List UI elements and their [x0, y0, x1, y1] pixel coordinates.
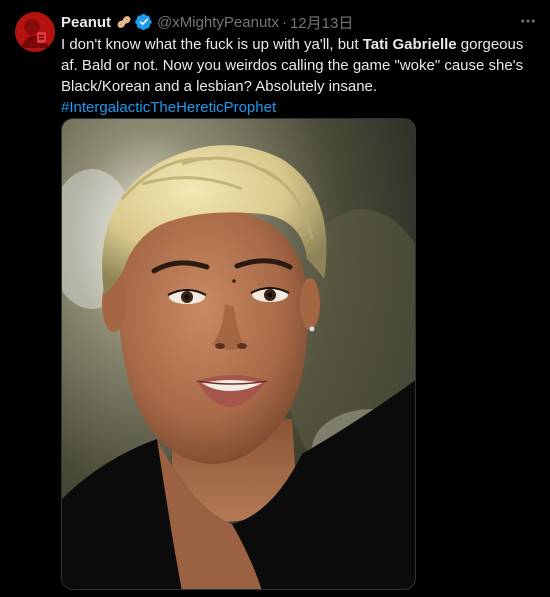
separator-dot: · [281, 13, 287, 31]
display-name[interactable]: Peanut [61, 14, 111, 31]
tweet-media-photo[interactable] [61, 118, 416, 590]
hashtag-link[interactable]: #IntergalacticTheHereticProphet [61, 99, 276, 116]
peanut-icon [115, 13, 133, 31]
tweet-date[interactable]: 12月13日 [290, 12, 353, 33]
verified-badge-icon[interactable] [135, 13, 153, 31]
portrait-photo [62, 119, 415, 589]
tweet[interactable]: Peanut @xMightyPeanutx · 12月13日 I don't … [0, 0, 550, 597]
author-handle[interactable]: @xMightyPeanutx [157, 14, 279, 31]
more-options-button[interactable] [516, 10, 540, 32]
tweet-text-part1: I don't know what the fuck is up with ya… [61, 36, 363, 53]
tweet-text-bold-name: Tati Gabrielle [362, 36, 457, 53]
avatar[interactable] [15, 12, 55, 52]
avatar-image [15, 12, 55, 52]
more-horizontal-icon [521, 19, 535, 23]
tweet-header: Peanut @xMightyPeanutx · 12月13日 [61, 12, 353, 32]
tweet-text: I don't know what the fuck is up with ya… [61, 34, 535, 118]
